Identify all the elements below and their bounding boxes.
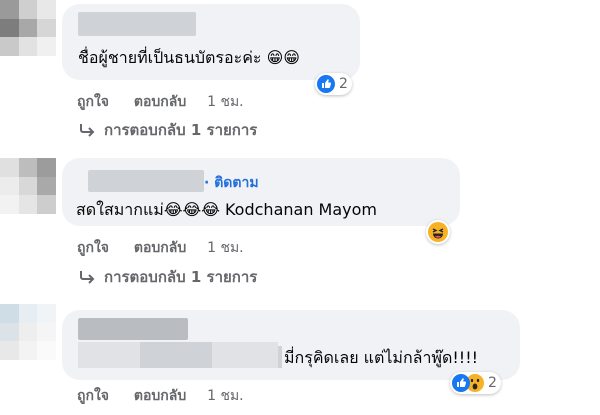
like-reaction-icon bbox=[317, 75, 335, 93]
blurred-text bbox=[212, 342, 278, 368]
replies-label: การตอบกลับ 1 รายการ bbox=[104, 121, 258, 139]
blurred-author-name[interactable] bbox=[78, 318, 188, 340]
comment-actions: ถูกใจ ตอบกลับ 1 ชม. bbox=[77, 91, 244, 113]
reaction-summary[interactable]: 2 bbox=[315, 73, 352, 95]
blurred-text bbox=[278, 346, 282, 368]
comment-timestamp[interactable]: 1 ชม. bbox=[207, 385, 244, 407]
haha-reaction-icon[interactable] bbox=[426, 220, 450, 244]
replies-label: การตอบกลับ 1 รายการ bbox=[104, 268, 258, 286]
reply-button[interactable]: ตอบกลับ bbox=[134, 91, 186, 113]
blurred-text bbox=[140, 342, 212, 368]
comment-text: สดใสมากแม่😂😂😂 Kodchanan Mayom bbox=[76, 200, 377, 219]
like-reaction-icon bbox=[452, 374, 470, 392]
comment-bubble: มี่กรุคิดเลย แต่ไม่กล้าพู๊ด!!!! bbox=[62, 310, 520, 380]
like-button[interactable]: ถูกใจ bbox=[77, 385, 109, 407]
reply-button[interactable]: ตอบกลับ bbox=[134, 385, 186, 407]
blurred-text bbox=[78, 342, 140, 368]
comment-timestamp[interactable]: 1 ชม. bbox=[207, 237, 244, 259]
follow-link[interactable]: · ติดตาม bbox=[204, 172, 259, 194]
reply-button[interactable]: ตอบกลับ bbox=[134, 237, 186, 259]
reply-arrow-icon bbox=[80, 271, 95, 284]
like-button[interactable]: ถูกใจ bbox=[77, 91, 109, 113]
comment-actions: ถูกใจ ตอบกลับ 1 ชม. bbox=[77, 385, 244, 407]
comment-text: มี่กรุคิดเลย แต่ไม่กล้าพู๊ด!!!! bbox=[284, 348, 479, 367]
view-replies-link[interactable]: การตอบกลับ 1 รายการ bbox=[78, 265, 257, 289]
comment-text: ชื่อผู้ชายที่เป็นธนบัตรอะค่ะ 😁😁 bbox=[78, 48, 300, 67]
reaction-count: 2 bbox=[339, 76, 348, 92]
blurred-author-name[interactable] bbox=[88, 170, 204, 192]
reply-arrow-icon bbox=[80, 124, 95, 137]
reaction-summary[interactable]: 2 bbox=[450, 372, 501, 394]
comment-actions: ถูกใจ ตอบกลับ 1 ชม. bbox=[77, 237, 244, 259]
reaction-count: 2 bbox=[488, 375, 497, 391]
view-replies-link[interactable]: การตอบกลับ 1 รายการ bbox=[78, 118, 257, 142]
comment-timestamp[interactable]: 1 ชม. bbox=[207, 91, 244, 113]
commenter-avatar[interactable] bbox=[0, 304, 56, 360]
commenter-avatar[interactable] bbox=[0, 0, 56, 56]
comment-bubble: ชื่อผู้ชายที่เป็นธนบัตรอะค่ะ 😁😁 bbox=[62, 4, 360, 80]
like-button[interactable]: ถูกใจ bbox=[77, 237, 109, 259]
commenter-avatar[interactable] bbox=[0, 158, 56, 214]
comment-bubble: · ติดตาม สดใสมากแม่😂😂😂 Kodchanan Mayom bbox=[62, 158, 460, 226]
blurred-author-name[interactable] bbox=[78, 12, 196, 36]
